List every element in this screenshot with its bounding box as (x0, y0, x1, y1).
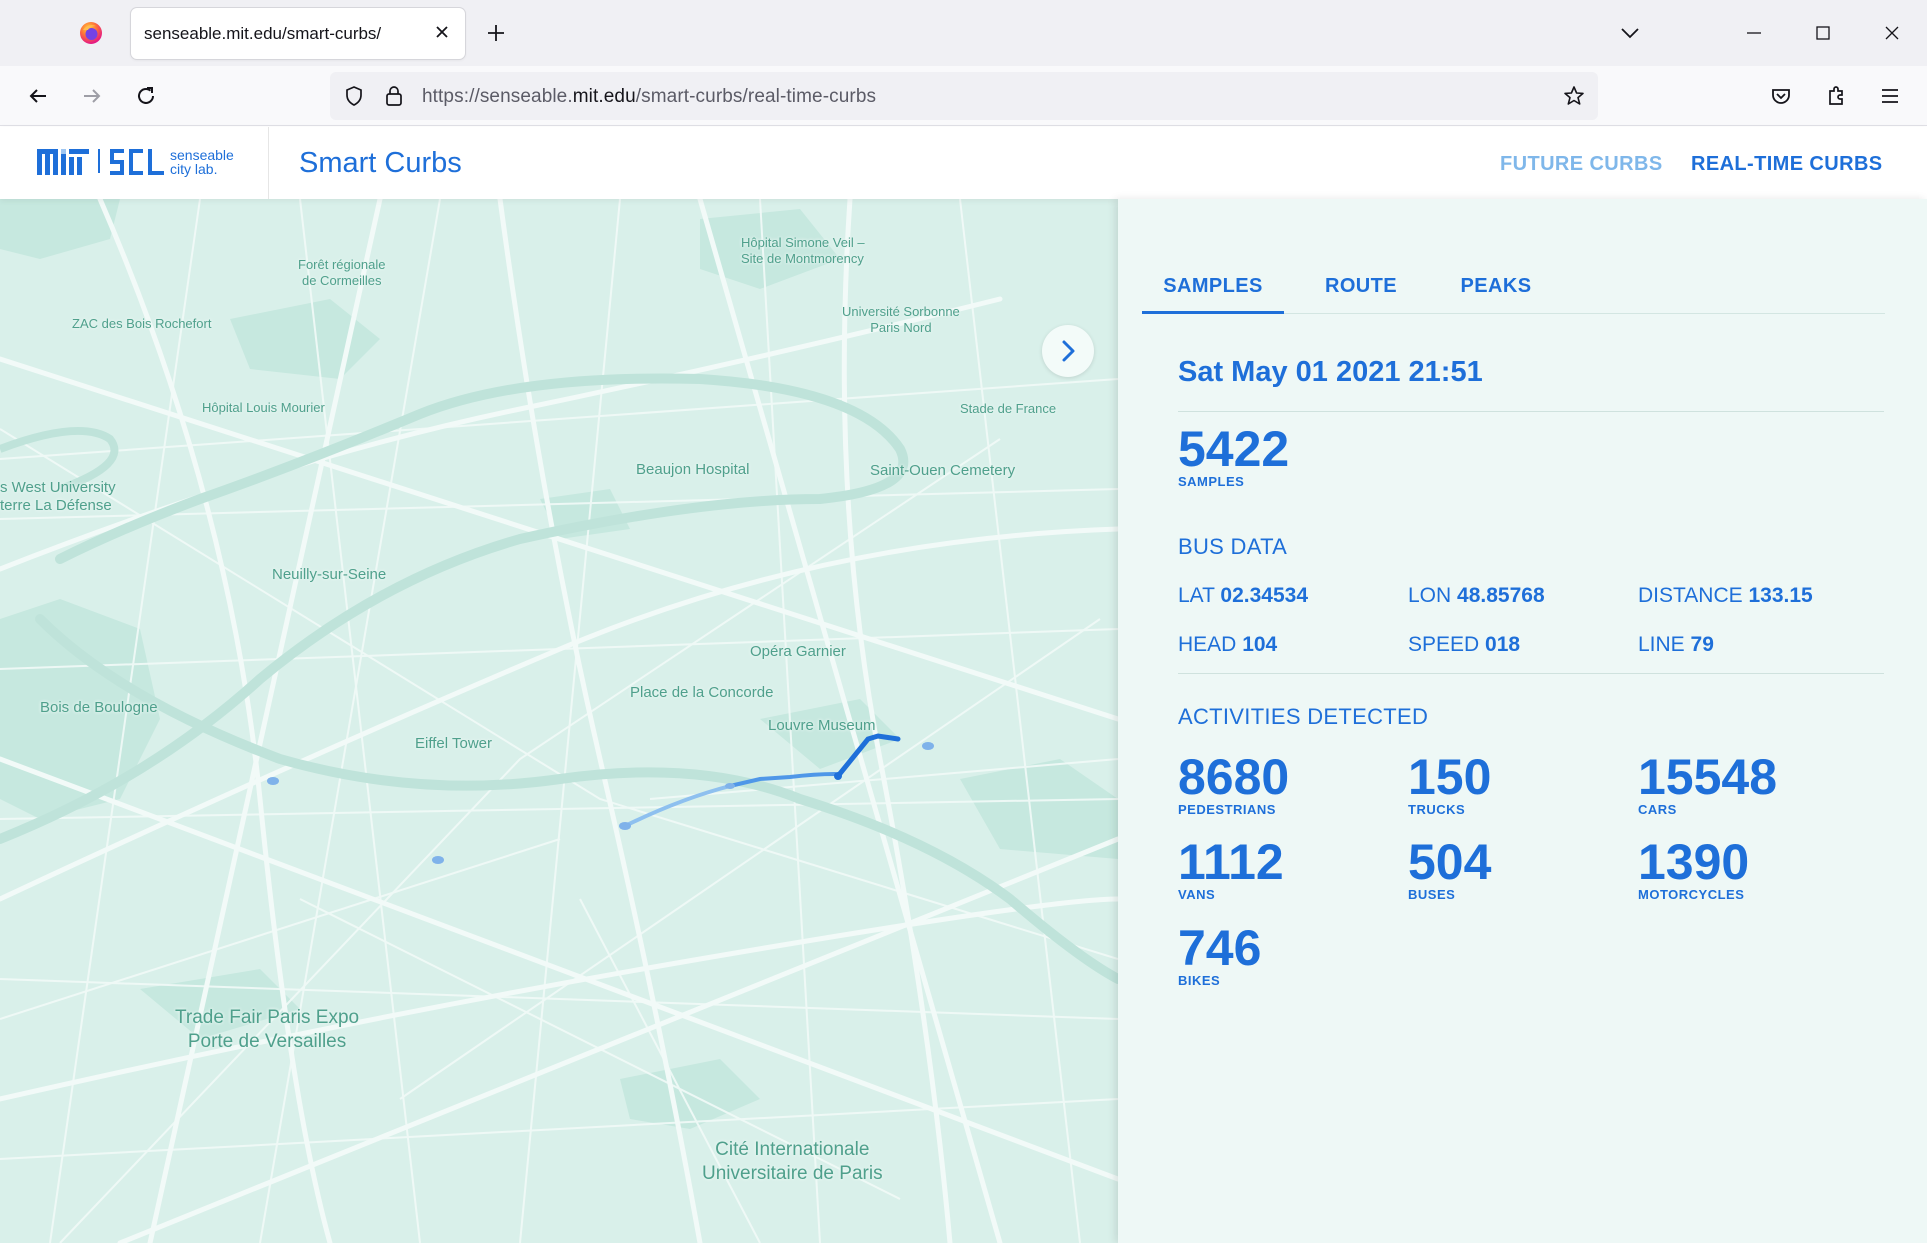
forward-arrow-icon[interactable] (78, 82, 106, 110)
maximize-icon[interactable] (1810, 20, 1836, 46)
activity-label-bikes: BIKES (1178, 973, 1221, 988)
activity-value-pedestrians: 8680 (1178, 749, 1290, 805)
address-bar[interactable]: https://senseable.mit.edu/smart-curbs/re… (330, 72, 1598, 120)
panel-tabs: SAMPLES ROUTE PEAKS (1142, 259, 1885, 314)
map-label: ZAC des Bois Rochefort (72, 316, 212, 331)
tab-route[interactable]: ROUTE (1306, 259, 1416, 314)
map-label: Université Sorbonne Paris Nord (842, 304, 960, 335)
header-divider (268, 127, 269, 199)
activity-value-bikes: 746 (1178, 920, 1262, 976)
map-label: Eiffel Tower (415, 735, 492, 752)
activity-label-pedestrians: PEDESTRIANS (1178, 802, 1276, 817)
extensions-icon[interactable] (1822, 82, 1850, 110)
map-label: Hôpital Louis Mourier (202, 400, 325, 415)
sample-datetime: Sat May 01 2021 21:51 (1178, 356, 1483, 388)
activity-value-motorcycles: 1390 (1638, 834, 1750, 890)
map-label: Stade de France (960, 401, 1057, 416)
browser-navbar: https://senseable.mit.edu/smart-curbs/re… (0, 66, 1927, 126)
close-tab-icon[interactable] (431, 21, 453, 43)
map-label: Trade Fair Paris Expo Porte de Versailles (175, 1007, 360, 1052)
tab-peaks[interactable]: PEAKS (1441, 259, 1551, 314)
samples-label: SAMPLES (1178, 474, 1245, 489)
data-panel: SAMPLES ROUTE PEAKS Sat May 01 2021 21:5… (1118, 199, 1927, 1243)
bus-lon: LON 48.85768 (1408, 584, 1545, 607)
map-label: Neuilly-sur-Seine (272, 566, 387, 583)
map-label: Beaujon Hospital (636, 461, 750, 478)
chevron-right-icon (1062, 340, 1075, 362)
close-window-icon[interactable] (1879, 20, 1905, 46)
bus-speed: SPEED 018 (1408, 633, 1521, 656)
map-label: Place de la Concorde (630, 684, 774, 701)
bus-line: LINE 79 (1638, 633, 1714, 656)
panel-toggle-button[interactable] (1042, 325, 1094, 377)
activities-title: ACTIVITIES DETECTED (1178, 704, 1429, 729)
menu-hamburger-icon[interactable] (1876, 82, 1904, 110)
map-label: Cité Internationale Universitaire de Pari… (702, 1139, 883, 1184)
divider (1178, 411, 1884, 412)
new-tab-icon[interactable] (484, 21, 508, 45)
map-label: Hôpital Simone Veil – Site de Montmorency (741, 235, 865, 266)
divider (1178, 673, 1884, 674)
activity-label-cars: CARS (1638, 802, 1677, 817)
samples-count: 5422 (1178, 421, 1290, 477)
list-tabs-chevron-icon[interactable] (1617, 20, 1643, 46)
scl-logo-icon[interactable] (110, 149, 164, 175)
browser-tabbar: senseable.mit.edu/smart-curbs/ (0, 0, 1927, 66)
pocket-icon[interactable] (1767, 82, 1795, 110)
bus-data-title: BUS DATA (1178, 534, 1288, 559)
map-label: Forêt régionale de Cormeilles (298, 257, 386, 288)
activity-label-motorcycles: MOTORCYCLES (1638, 887, 1745, 902)
logo-separator (98, 149, 100, 173)
map-base (0, 199, 1118, 1243)
browser-tab[interactable]: senseable.mit.edu/smart-curbs/ (131, 8, 465, 59)
back-arrow-icon[interactable] (24, 82, 52, 110)
nav-real-time-curbs[interactable]: REAL-TIME CURBS (1691, 153, 1883, 176)
map-label: Louvre Museum (768, 717, 876, 734)
map-label: Saint-Ouen Cemetery (870, 462, 1016, 479)
bus-head: HEAD 104 (1178, 633, 1278, 656)
activity-label-buses: BUSES (1408, 887, 1456, 902)
activity-value-vans: 1112 (1178, 834, 1284, 890)
shield-icon[interactable] (342, 84, 366, 108)
activity-label-trucks: TRUCKS (1408, 802, 1466, 817)
minimize-icon[interactable] (1741, 20, 1767, 46)
url-text[interactable]: https://senseable.mit.edu/smart-curbs/re… (422, 86, 876, 108)
map-view[interactable]: Hôpital Simone Veil – Site de Montmorency… (0, 199, 1118, 1243)
site-header: senseable city lab. Smart Curbs FUTURE C… (0, 127, 1927, 199)
nav-future-curbs[interactable]: FUTURE CURBS (1500, 153, 1663, 176)
activity-value-buses: 504 (1408, 834, 1492, 890)
activity-value-cars: 15548 (1638, 749, 1778, 805)
bus-distance: DISTANCE 133.15 (1638, 584, 1813, 607)
activity-value-trucks: 150 (1408, 749, 1492, 805)
tab-title: senseable.mit.edu/smart-curbs/ (144, 24, 382, 43)
page-title[interactable]: Smart Curbs (299, 147, 462, 180)
bus-lat: LAT 02.34534 (1178, 584, 1309, 607)
firefox-icon (80, 22, 102, 44)
map-label: s West University terre La Défense (0, 479, 116, 514)
reload-icon[interactable] (132, 82, 160, 110)
map-label: Bois de Boulogne (40, 699, 158, 716)
activity-label-vans: VANS (1178, 887, 1216, 902)
mit-logo-icon[interactable] (37, 149, 89, 175)
bookmark-star-icon[interactable] (1562, 84, 1586, 108)
tab-samples[interactable]: SAMPLES (1142, 259, 1284, 314)
map-label: Opéra Garnier (750, 643, 846, 660)
logo-text: senseable city lab. (170, 147, 234, 177)
lock-icon[interactable] (382, 83, 406, 109)
